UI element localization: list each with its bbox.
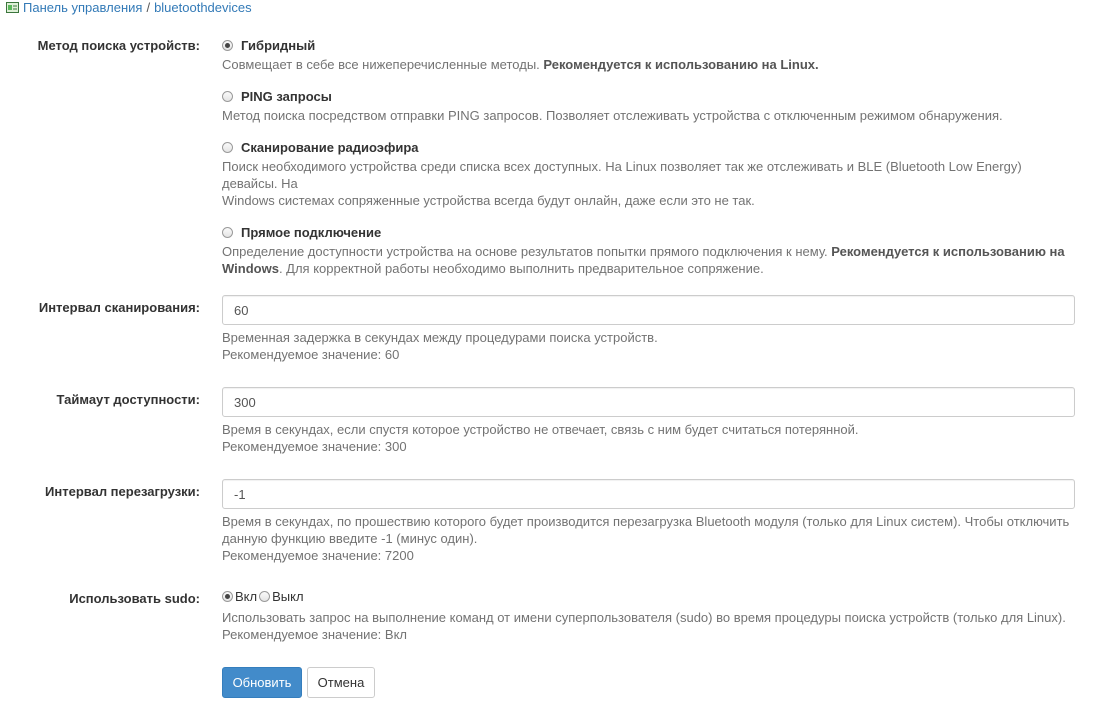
radio-scan-help-line1: Поиск необходимого устройства среди спис… <box>222 159 1022 191</box>
direct-help-bold2: Windows <box>222 261 279 276</box>
reset-interval-help-line2: данную функцию введите -1 (минус один). <box>222 531 478 546</box>
scan-interval-input[interactable] <box>222 295 1075 325</box>
ping-help: Метод поиска посредством отправки PING з… <box>222 108 1003 123</box>
radio-option-hybrid[interactable]: Гибридный <box>222 38 1075 53</box>
control-panel-icon <box>6 1 19 13</box>
use-sudo-help: Использовать запрос на выполнение команд… <box>222 610 1066 625</box>
radio-scan-help-line2: Windows системах сопряженные устройства … <box>222 193 755 208</box>
search-method-label: Метод поиска устройств: <box>37 38 200 53</box>
direct-help-text2: . Для корректной работы необходимо выпол… <box>278 261 764 276</box>
reset-interval-input[interactable] <box>222 479 1075 509</box>
scan-interval-help: Временная задержка в секундах между проц… <box>222 330 658 345</box>
radio-sudo-off[interactable] <box>259 591 271 602</box>
direct-help-text1: Определение доступности устройства на ос… <box>222 244 832 259</box>
use-sudo-recommended: Рекомендуемое значение: Вкл <box>222 627 407 642</box>
radio-option-radio-scan[interactable]: Сканирование радиоэфира <box>222 140 1075 155</box>
radio-option-ping[interactable]: PING запросы <box>222 89 1075 104</box>
radio-scan-help: Поиск необходимого устройства среди спис… <box>222 158 1075 209</box>
availability-timeout-help: Время в секундах, если спустя которое ус… <box>222 422 859 437</box>
radio-hybrid-label: Гибридный <box>241 38 316 53</box>
breadcrumb-control-panel-link[interactable]: Панель управления <box>23 0 142 15</box>
sudo-off-option[interactable]: Выкл <box>259 589 304 604</box>
radio-direct[interactable] <box>222 227 233 238</box>
radio-radio-scan[interactable] <box>222 142 233 153</box>
radio-sudo-on[interactable] <box>222 591 233 602</box>
reset-interval-label: Интервал перезагрузки: <box>45 484 200 499</box>
reset-interval-recommended: Рекомендуемое значение: 7200 <box>222 548 414 563</box>
reset-interval-help-line1: Время в секундах, по прошествию которого… <box>222 514 1070 529</box>
breadcrumb-separator: / <box>146 0 151 15</box>
radio-direct-label: Прямое подключение <box>241 225 382 240</box>
availability-timeout-recommended: Рекомендуемое значение: 300 <box>222 439 407 454</box>
update-button[interactable]: Обновить <box>222 667 302 698</box>
hybrid-help-recommend: Рекомендуется к использованию на Linux. <box>543 57 819 72</box>
reset-interval-help: Время в секундах, по прошествию которого… <box>222 513 1075 547</box>
radio-ping-label: PING запросы <box>241 89 332 104</box>
use-sudo-radios: Вкл Выкл <box>222 589 1075 604</box>
radio-ping[interactable] <box>222 91 233 102</box>
radio-option-direct[interactable]: Прямое подключение <box>222 225 1075 240</box>
sudo-off-label: Выкл <box>272 589 304 604</box>
hybrid-help: Совмещает в себе все нижеперечисленные м… <box>222 56 1075 73</box>
breadcrumb-current-link[interactable]: bluetoothdevices <box>154 0 252 15</box>
sudo-on-label: Вкл <box>235 589 258 604</box>
breadcrumb: Панель управления / bluetoothdevices <box>6 0 252 15</box>
cancel-button[interactable]: Отмена <box>307 667 375 698</box>
availability-timeout-label: Таймаут доступности: <box>56 392 200 407</box>
radio-radio-scan-label: Сканирование радиоэфира <box>241 140 419 155</box>
availability-timeout-input[interactable] <box>222 387 1075 417</box>
scan-interval-label: Интервал сканирования: <box>38 300 200 315</box>
use-sudo-label: Использовать sudo: <box>69 591 200 606</box>
sudo-on-option[interactable]: Вкл <box>222 589 257 604</box>
scan-interval-recommended: Рекомендуемое значение: 60 <box>222 347 400 362</box>
hybrid-help-text: Совмещает в себе все нижеперечисленные м… <box>222 57 544 72</box>
direct-help: Определение доступности устройства на ос… <box>222 243 1075 277</box>
radio-hybrid[interactable] <box>222 40 233 51</box>
direct-help-bold1: Рекомендуется к использованию на <box>831 244 1065 259</box>
